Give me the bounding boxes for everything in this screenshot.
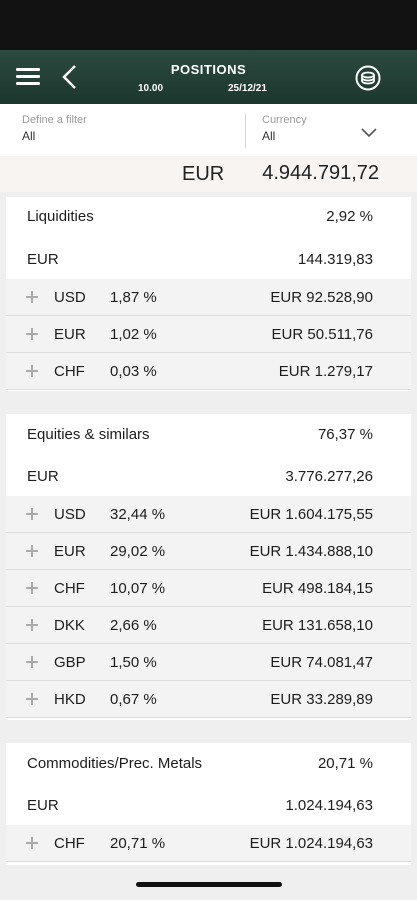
currency-row[interactable]: GBP 1,50 % EUR 74.081,47: [6, 644, 411, 681]
row-currency-code: DKK: [54, 617, 85, 634]
row-currency-code: USD: [54, 289, 86, 306]
currency-row[interactable]: CHF 10,07 % EUR 498.184,15: [6, 570, 411, 607]
expand-plus-icon[interactable]: [26, 837, 38, 849]
row-amount: EUR 33.289,89: [270, 691, 373, 708]
expand-plus-icon[interactable]: [26, 328, 38, 340]
category-total-row: EUR 3.776.277,26: [6, 458, 411, 495]
row-currency-code: CHF: [54, 580, 85, 597]
row-percent: 29,02 %: [110, 543, 166, 560]
expand-plus-icon[interactable]: [26, 582, 38, 594]
total-value: 4.944.791,72: [262, 162, 379, 184]
category-amount: 1.024.194,63: [285, 797, 373, 814]
currency-row[interactable]: EUR 29,02 % EUR 1.434.888,10: [6, 533, 411, 570]
row-percent: 10,07 %: [110, 580, 166, 597]
row-percent: 1,50 %: [110, 654, 157, 671]
row-percent: 0,03 %: [110, 363, 157, 380]
total-bar: EUR 4.944.791,72: [0, 156, 417, 192]
expand-plus-icon[interactable]: [26, 656, 38, 668]
category-total-row: EUR 144.319,83: [6, 241, 411, 278]
category-amount: 3.776.277,26: [285, 468, 373, 485]
currency-row[interactable]: DKK 2,66 % EUR 131.658,10: [6, 607, 411, 644]
currency-row[interactable]: USD 1,87 % EUR 92.528,90: [6, 279, 411, 316]
category-header[interactable]: Liquidities 2,92 %: [6, 198, 411, 235]
currency-select[interactable]: All: [262, 129, 275, 143]
category-percent: 20,71 %: [317, 755, 373, 772]
row-currency-code: EUR: [54, 326, 86, 343]
category-total-row: EUR 1.024.194,63: [6, 787, 411, 824]
expand-plus-icon[interactable]: [26, 365, 38, 377]
row-percent: 2,66 %: [110, 617, 157, 634]
header-time: 10.00: [138, 83, 164, 94]
row-percent: 1,02 %: [110, 326, 157, 343]
category-currency: EUR: [27, 468, 59, 485]
row-currency-code: EUR: [54, 543, 86, 560]
total-currency: EUR: [182, 163, 225, 185]
category-amount: 144.319,83: [297, 251, 373, 268]
category-header[interactable]: Equities & similars 76,37 %: [6, 416, 411, 453]
row-amount: EUR 74.081,47: [270, 654, 373, 671]
expand-plus-icon[interactable]: [26, 693, 38, 705]
currency-label: Currency: [262, 114, 307, 126]
row-amount: EUR 131.658,10: [262, 617, 373, 634]
row-amount: EUR 498.184,15: [262, 580, 373, 597]
category-header[interactable]: Commodities/Prec. Metals 20,71 %: [6, 745, 411, 782]
row-currency-code: HKD: [54, 691, 86, 708]
row-percent: 1,87 %: [110, 289, 157, 306]
category-currency: EUR: [27, 797, 59, 814]
coins-icon[interactable]: [355, 65, 381, 91]
category-currency: EUR: [27, 251, 59, 268]
row-amount: EUR 1.604.175,55: [249, 506, 373, 523]
currency-row[interactable]: USD 32,44 % EUR 1.604.175,55: [6, 496, 411, 533]
category-title: Liquidities: [27, 208, 94, 225]
home-indicator[interactable]: [136, 882, 282, 887]
status-bar: [0, 0, 417, 50]
liquidities-card: Liquidities 2,92 % EUR 144.319,83 USD 1,…: [6, 197, 411, 391]
filter-divider: [245, 114, 246, 148]
row-percent: 32,44 %: [110, 506, 166, 523]
expand-plus-icon[interactable]: [26, 545, 38, 557]
currency-row[interactable]: HKD 0,67 % EUR 33.289,89: [6, 681, 411, 718]
row-currency-code: CHF: [54, 363, 85, 380]
category-title: Equities & similars: [27, 426, 150, 443]
row-amount: EUR 1.434.888,10: [249, 543, 373, 560]
category-title: Commodities/Prec. Metals: [27, 755, 203, 772]
row-amount: EUR 1.279,17: [278, 363, 373, 380]
row-amount: EUR 92.528,90: [270, 289, 373, 306]
row-percent: 20,71 %: [110, 835, 166, 852]
equities-card: Equities & similars 76,37 % EUR 3.776.27…: [6, 414, 411, 720]
category-percent: 76,37 %: [317, 426, 373, 443]
expand-plus-icon[interactable]: [26, 619, 38, 631]
row-currency-code: GBP: [54, 654, 86, 671]
category-percent: 2,92 %: [326, 208, 373, 225]
row-currency-code: USD: [54, 506, 86, 523]
currency-row[interactable]: CHF 0,03 % EUR 1.279,17: [6, 353, 411, 390]
row-percent: 0,67 %: [110, 691, 157, 708]
currency-row[interactable]: EUR 1,02 % EUR 50.511,76: [6, 316, 411, 353]
chevron-down-icon[interactable]: [360, 127, 378, 139]
currency-row[interactable]: CHF 20,71 % EUR 1.024.194,63: [6, 825, 411, 862]
commodities-card: Commodities/Prec. Metals 20,71 % EUR 1.0…: [6, 743, 411, 865]
row-amount: EUR 1.024.194,63: [249, 835, 373, 852]
row-currency-code: CHF: [54, 835, 85, 852]
filter-select[interactable]: All: [22, 129, 35, 143]
filter-label: Define a filter: [22, 114, 87, 126]
row-amount: EUR 50.511,76: [271, 326, 373, 343]
app-header: POSITIONS 10.00 25/12/21: [0, 50, 417, 104]
filter-bar: Define a filter All Currency All: [0, 104, 417, 156]
header-date: 25/12/21: [228, 83, 267, 94]
expand-plus-icon[interactable]: [26, 508, 38, 520]
expand-plus-icon[interactable]: [26, 291, 38, 303]
